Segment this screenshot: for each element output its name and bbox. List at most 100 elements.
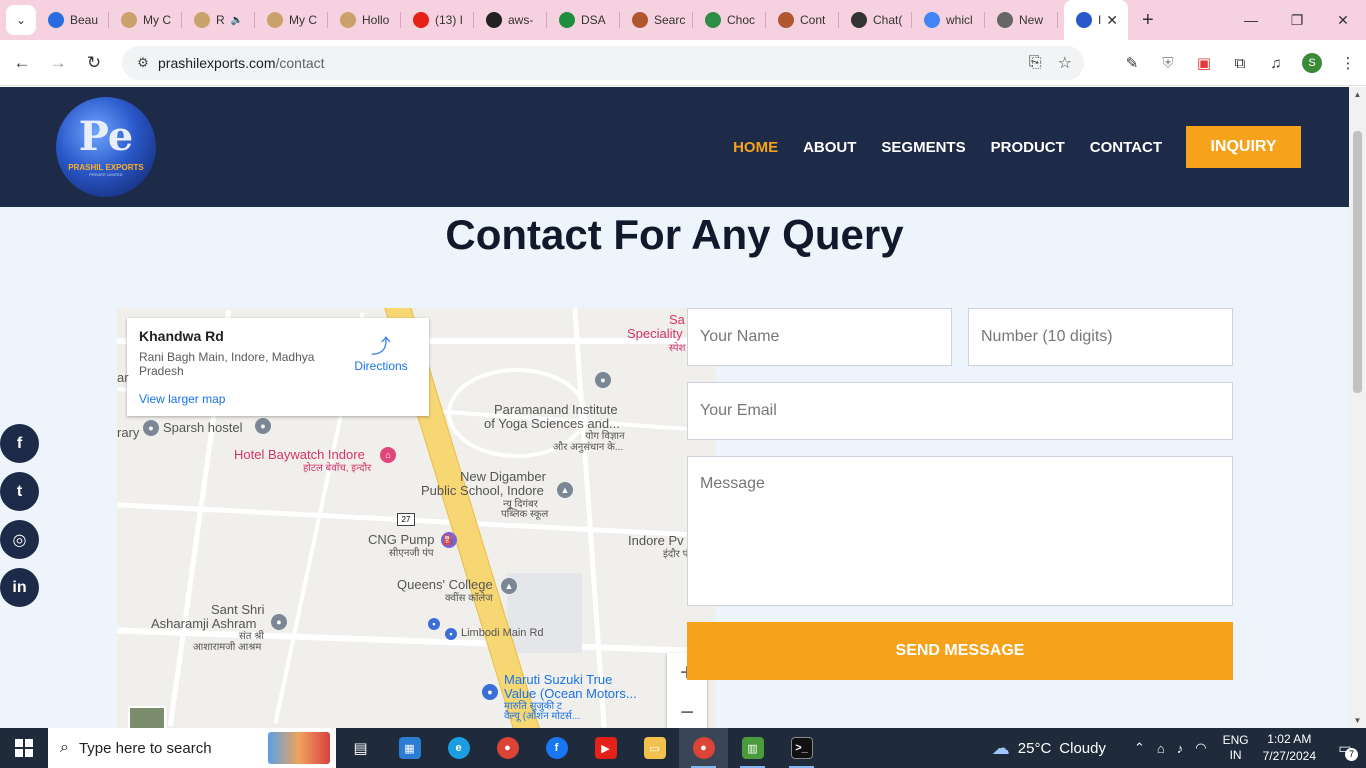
nav-home[interactable]: HOME	[733, 139, 778, 156]
browser-tab[interactable]: Cont	[766, 0, 839, 40]
volume-icon[interactable]: ♪	[1177, 741, 1184, 756]
restore-icon[interactable]: ❐	[1274, 0, 1320, 40]
ashram-pin-icon[interactable]: ●	[271, 614, 287, 630]
map-label-ashram[interactable]: Sant Shri	[211, 603, 264, 617]
browser-tab[interactable]: New	[985, 0, 1058, 40]
satellite-toggle[interactable]	[128, 706, 166, 728]
map-label-maruti[interactable]: Maruti Suzuki True	[504, 673, 612, 687]
puzzle-extensions-icon[interactable]: ⧉	[1222, 55, 1258, 72]
scroll-down-icon[interactable]: ▼	[1349, 716, 1366, 725]
browser-tab[interactable]: Hollo	[328, 0, 401, 40]
edge-icon[interactable]: e	[434, 728, 483, 768]
message-textarea[interactable]	[687, 456, 1233, 606]
close-window-icon[interactable]: ✕	[1320, 0, 1366, 40]
browser-tab[interactable]: Chat(	[839, 0, 912, 40]
youtube-app-icon[interactable]: ▶	[581, 728, 630, 768]
email-input[interactable]	[687, 382, 1233, 440]
bus-stop-icon[interactable]: ▪	[445, 628, 457, 640]
browser-tab[interactable]: Searc	[620, 0, 693, 40]
url-text[interactable]: prashilexports.com/contact	[158, 55, 325, 71]
tab-search-button[interactable]: ⌄	[6, 5, 36, 35]
browser-tab[interactable]: (13) I	[401, 0, 474, 40]
task-view-icon[interactable]: ▤	[336, 728, 385, 768]
speaker-icon[interactable]: 🔈	[231, 15, 243, 26]
browser-tab[interactable]: DSA	[547, 0, 620, 40]
school-pin-icon[interactable]: ▲	[557, 482, 573, 498]
chrome-active-icon[interactable]: ●	[679, 728, 728, 768]
site-info-icon[interactable]: ⚙	[128, 55, 158, 71]
chrome-icon[interactable]: ●	[483, 728, 532, 768]
close-tab-icon[interactable]: ✕	[1106, 12, 1118, 29]
media-control-icon[interactable]: ♫	[1258, 55, 1294, 72]
map-label-sparsh[interactable]: Sparsh hostel	[163, 421, 243, 435]
address-bar[interactable]: ⚙ prashilexports.com/contact ⎘ ☆	[122, 46, 1084, 80]
twitter-icon[interactable]: t	[0, 472, 39, 511]
browser-tab[interactable]: whicl	[912, 0, 985, 40]
forward-icon[interactable]: →	[40, 45, 76, 81]
map-label-yoga[interactable]: Paramanand Institute	[494, 403, 618, 417]
directions-button[interactable]: ⤴ Directions	[351, 330, 411, 373]
wifi-icon[interactable]: ◠	[1195, 740, 1206, 756]
zoom-out-icon[interactable]: −	[667, 693, 707, 728]
file-explorer-icon[interactable]: ▭	[630, 728, 679, 768]
pen-extension-icon[interactable]: ✎	[1114, 54, 1150, 72]
browser-tab[interactable]: Choc	[693, 0, 766, 40]
nav-about[interactable]: ABOUT	[803, 139, 856, 156]
browser-tab[interactable]: R 🔈	[182, 0, 255, 40]
chevron-up-icon[interactable]: ⌃	[1134, 740, 1145, 756]
notification-icon[interactable]: ▭ 7	[1330, 740, 1360, 761]
bookmark-star-icon[interactable]: ☆	[1058, 53, 1072, 73]
site-logo[interactable]: Pe PRASHIL EXPORTS PRIVATE LIMITED	[56, 97, 156, 197]
store-icon[interactable]: ▦	[385, 728, 434, 768]
back-icon[interactable]: ←	[4, 45, 40, 81]
taskbar-search[interactable]: ⌕ Type here to search	[48, 728, 336, 768]
new-tab-button[interactable]: +	[1142, 9, 1154, 32]
map-pin-icon[interactable]: ●	[143, 420, 159, 436]
linkedin-icon[interactable]: in	[0, 568, 39, 607]
browser-tab[interactable]: aws-	[474, 0, 547, 40]
clock[interactable]: 1:02 AM 7/27/2024	[1263, 731, 1316, 765]
instagram-icon[interactable]: ◎	[0, 520, 39, 559]
map-label-cng[interactable]: CNG Pump	[368, 533, 434, 547]
browser-tab[interactable]: Beau	[36, 0, 109, 40]
college-pin-icon[interactable]: ▲	[501, 578, 517, 594]
weather-widget[interactable]: ☁ 25°C Cloudy	[992, 738, 1106, 759]
page-scrollbar[interactable]: ▲ ▼	[1349, 87, 1366, 728]
language-indicator[interactable]: ENG IN	[1223, 733, 1249, 763]
terminal-icon[interactable]: >_	[777, 728, 826, 768]
menu-kebab-icon[interactable]: ⋮	[1330, 54, 1366, 72]
scrollbar-thumb[interactable]	[1353, 131, 1362, 393]
nav-product[interactable]: PRODUCT	[991, 139, 1065, 156]
browser-tab[interactable]: My C	[255, 0, 328, 40]
embedded-map[interactable]: 27 Khandwa Rd Rani Bagh Main, Indore, Ma…	[117, 308, 716, 728]
map-pin-icon[interactable]: ●	[595, 372, 611, 388]
shield-extension-icon[interactable]: ⛨	[1150, 55, 1186, 72]
car-dealer-pin-icon[interactable]: ●	[482, 684, 498, 700]
nav-segments[interactable]: SEGMENTS	[881, 139, 965, 156]
inquiry-button[interactable]: INQUIRY	[1186, 126, 1301, 168]
map-label-hotel[interactable]: Hotel Baywatch Indore	[234, 448, 365, 462]
map-label-college[interactable]: Queens' College	[397, 578, 493, 592]
hotel-pin-icon[interactable]: ⌂	[380, 447, 396, 463]
facebook-app-icon[interactable]: f	[532, 728, 581, 768]
minimize-icon[interactable]: —	[1228, 0, 1274, 40]
red-extension-icon[interactable]: ▣	[1186, 54, 1222, 72]
send-message-button[interactable]: SEND MESSAGE	[687, 622, 1233, 680]
install-app-icon[interactable]: ⎘	[1029, 54, 1042, 72]
windows-start-icon[interactable]	[0, 728, 48, 768]
bus-stop-icon[interactable]: ▪	[428, 618, 440, 630]
number-input[interactable]	[968, 308, 1233, 366]
reload-icon[interactable]: ↻	[76, 45, 112, 81]
browser-tab[interactable]: My C	[109, 0, 182, 40]
map-pin-icon[interactable]: ●	[255, 418, 271, 434]
network-icon[interactable]: ⌂	[1157, 741, 1165, 756]
fuel-pin-icon[interactable]: ⛽	[441, 532, 457, 548]
scroll-up-icon[interactable]: ▲	[1349, 90, 1366, 99]
facebook-icon[interactable]: f	[0, 424, 39, 463]
name-input[interactable]	[687, 308, 952, 366]
tab-active[interactable]: I ✕	[1064, 0, 1128, 40]
profile-avatar[interactable]: S	[1302, 53, 1322, 73]
sheets-app-icon[interactable]: ▥	[728, 728, 777, 768]
view-larger-map-link[interactable]: View larger map	[139, 392, 417, 406]
nav-contact[interactable]: CONTACT	[1090, 139, 1162, 156]
